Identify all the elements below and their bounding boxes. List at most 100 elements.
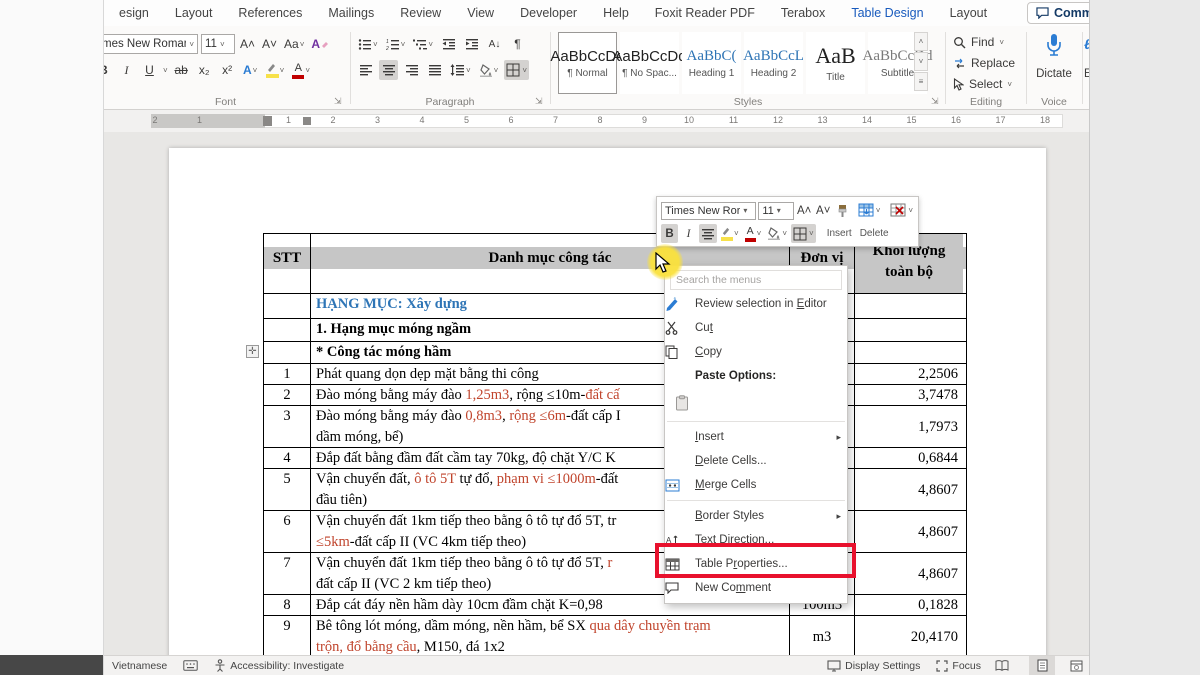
menu-item-insert[interactable]: Insert▸ [665,425,847,449]
cell-work-description[interactable]: Bê tông lót móng, dầm móng, nền hầm, bể … [311,616,790,655]
cell-quantity[interactable] [855,294,963,318]
read-mode-button[interactable] [989,656,1015,675]
cell-stt[interactable]: 8 [264,595,311,615]
mini-font-name-combo[interactable]: Times New Ror▾ [661,202,756,220]
cell-stt[interactable] [264,319,311,341]
table-row[interactable]: 7Vận chuyển đất 1km tiếp theo bằng ô tô … [264,553,966,595]
menu-search-input[interactable]: Search the menus [670,270,842,290]
menu-item-delete-cells[interactable]: Delete Cells... [665,449,847,473]
decrease-indent-button[interactable] [439,34,458,54]
cell-quantity[interactable]: 0,6844 [855,448,963,468]
strikethrough-button[interactable]: ab [172,60,191,80]
grow-font-button[interactable]: A˄ [238,34,257,54]
replace-button[interactable]: Replace [953,53,1015,73]
menu-item-review-selection-in-editor[interactable]: Review selection in Editor [665,292,847,316]
mini-bold-button[interactable]: B [661,224,678,243]
cell-stt[interactable]: 5 [264,469,311,510]
cell-quantity[interactable]: 2,2506 [855,364,963,384]
cell-stt[interactable] [264,294,311,318]
focus-button[interactable]: Focus [928,660,989,672]
mini-align-button[interactable] [699,224,717,243]
menu-item-copy[interactable]: Copy [665,340,847,364]
indent-marker[interactable] [263,116,272,126]
styles-gallery-scroll[interactable]: ˄˅≡ [914,32,928,91]
cell-quantity[interactable]: 4,8607 [855,553,963,594]
bullet-list-button[interactable]: ˅ [356,34,380,54]
work-items-table[interactable]: STT Danh mục công tác Đơn vị Khối lượngt… [263,233,967,655]
mini-shrink-font-button[interactable]: A˅ [815,201,832,220]
justify-button[interactable] [425,60,444,80]
highlight-button[interactable]: ˅ [264,60,287,80]
subscript-button[interactable]: x₂ [195,60,214,80]
style-title[interactable]: AaBTitle [806,32,865,94]
paste-option-keep-source[interactable] [665,388,847,418]
header-stt[interactable]: STT [264,234,311,293]
menu-item-cut[interactable]: Cut [665,316,847,340]
sort-button[interactable]: A↓ [485,34,504,54]
underline-button[interactable]: U [140,60,159,80]
menu-item-border-styles[interactable]: Border Styles▸ [665,504,847,528]
cell-stt[interactable]: 3 [264,406,311,447]
clear-formatting-button[interactable]: A [309,34,331,54]
borders-button[interactable]: ˅ [504,60,529,80]
ribbon-tab-view[interactable]: View [454,0,507,26]
menu-item-merge-cells[interactable]: Merge Cells [665,473,847,497]
show-marks-button[interactable]: ¶ [508,34,527,54]
format-painter-button[interactable] [834,201,851,220]
select-button[interactable]: Select˅ [953,74,1012,94]
table-row[interactable]: 5Vận chuyển đất, ô tô 5T tự đổ, phạm vi … [264,469,966,511]
numbered-list-button[interactable]: 12˅ [384,34,408,54]
ribbon-tab-terabox[interactable]: Terabox [768,0,838,26]
cell-quantity[interactable] [855,319,963,341]
multilevel-list-button[interactable]: ˅ [411,34,435,54]
table-row[interactable]: 4Đắp đất bằng đầm đất cầm tay 70kg, độ c… [264,448,966,469]
superscript-button[interactable]: x² [218,60,237,80]
cell-stt[interactable]: 9 [264,616,311,655]
display-settings-button[interactable]: Display Settings [819,660,928,672]
align-right-button[interactable] [402,60,421,80]
table-move-handle[interactable]: ✛ [246,345,259,358]
menu-item-paste-options[interactable]: Paste Options: [665,364,847,388]
table-row[interactable]: HẠNG MỤC: Xây dựng [264,294,966,319]
increase-indent-button[interactable] [462,34,481,54]
keyboard-icon[interactable] [175,660,206,671]
shading-button[interactable]: ˅ [477,60,501,80]
cell-quantity[interactable]: 4,8607 [855,469,963,510]
style-heading-1[interactable]: AaBbC(Heading 1 [682,32,741,94]
language-indicator[interactable]: Vietnamese [104,660,175,672]
ribbon-tab-developer[interactable]: Developer [507,0,590,26]
table-row[interactable]: 3Đào móng bằng máy đào 0,8m3, rộng ≤6m-đ… [264,406,966,448]
paragraph-dialog-launcher[interactable]: ⇲ [535,97,545,107]
font-size-combo[interactable]: 11˅ [201,34,235,54]
cell-stt[interactable]: 6 [264,511,311,552]
styles-dialog-launcher[interactable]: ⇲ [931,97,941,107]
cell-stt[interactable]: 4 [264,448,311,468]
ribbon-tab-mailings[interactable]: Mailings [315,0,387,26]
cell-stt[interactable]: 2 [264,385,311,405]
mini-insert-table-button[interactable]: ˅ [857,201,882,220]
line-spacing-button[interactable]: ˅ [448,60,473,80]
mini-font-color-button[interactable]: A˅ [743,224,764,243]
cell-quantity[interactable]: 1,7973 [855,406,963,447]
table-row[interactable]: 9Bê tông lót móng, dầm móng, nền hầm, bể… [264,616,966,655]
table-row[interactable]: 8Đắp cát đáy nền hầm dày 10cm đầm chặt K… [264,595,966,616]
cell-quantity[interactable]: 3,7478 [855,385,963,405]
mini-borders-button[interactable]: ˅ [791,224,816,243]
style-heading-2[interactable]: AaBbCcLHeading 2 [744,32,803,94]
font-name-combo[interactable]: mes New Romar˅ [103,34,198,54]
cell-stt[interactable] [264,342,311,363]
style--no-spac-[interactable]: AaBbCcDd¶ No Spac... [620,32,679,94]
mini-shading-button[interactable]: ˅ [765,224,789,243]
cell-unit[interactable]: m3 [790,616,855,655]
comment-button[interactable]: Comment [1027,2,1090,24]
shrink-font-button[interactable]: A˅ [260,34,279,54]
ribbon-tab-foxit-reader-pdf[interactable]: Foxit Reader PDF [642,0,768,26]
cell-stt[interactable]: 7 [264,553,311,594]
ribbon-tab-esign[interactable]: esign [106,0,162,26]
font-dialog-launcher[interactable]: ⇲ [334,97,344,107]
italic-button[interactable]: I [117,60,136,80]
ribbon-tab-review[interactable]: Review [387,0,454,26]
cell-quantity[interactable]: 20,4170 [855,616,963,655]
align-center-button[interactable] [379,60,398,80]
mini-grow-font-button[interactable]: A˄ [796,201,813,220]
